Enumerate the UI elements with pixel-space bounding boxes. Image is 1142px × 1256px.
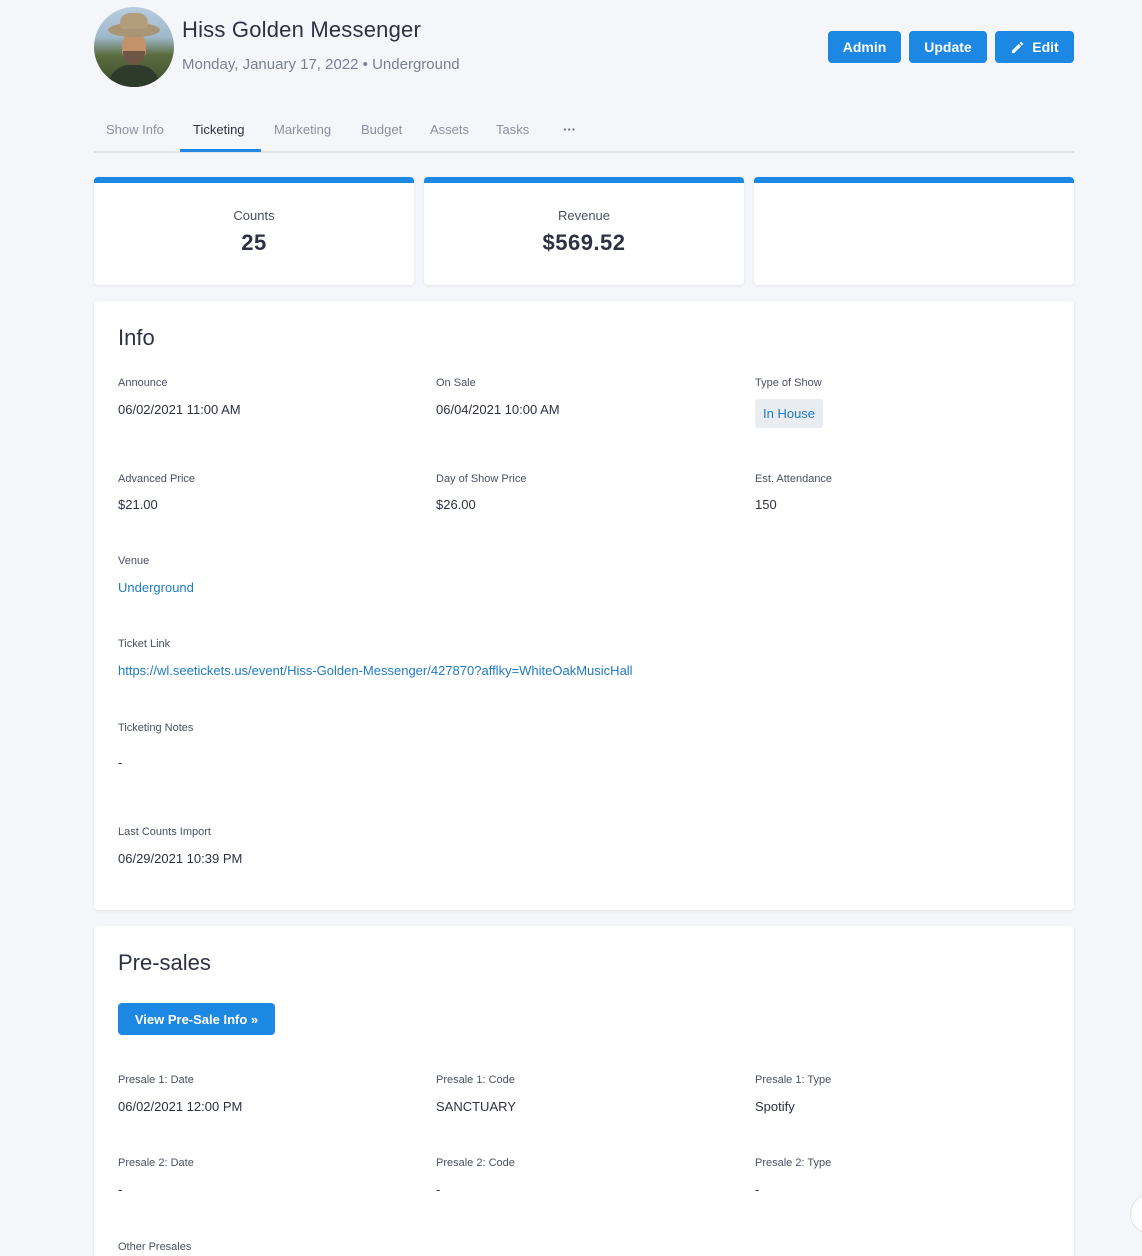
presale-1-code-value: SANCTUARY [436,1099,516,1114]
presale-2-code-value: - [436,1182,441,1197]
revenue-card: Revenue $569.52 [424,177,744,285]
presale-2-type-value: - [755,1182,760,1197]
tab-ticketing[interactable]: Ticketing [193,122,245,137]
venue-link[interactable]: Underground [118,580,194,595]
admin-button[interactable]: Admin [828,31,901,63]
presale-2-code-label: Presale 2: Code [436,1157,515,1169]
view-presale-info-button[interactable]: View Pre-Sale Info » [118,1003,275,1035]
venue-label: Venue [118,555,150,567]
presale-2-date-label: Presale 2: Date [118,1157,194,1169]
update-button-label: Update [924,39,972,55]
announce-label: Announce [118,377,168,389]
advanced-price-value: $21.00 [118,497,158,512]
info-panel: Info Announce 06/02/2021 11:00 AM On Sal… [94,301,1074,910]
presale-1-code-label: Presale 1: Code [436,1074,515,1086]
advanced-price-label: Advanced Price [118,473,196,485]
last-counts-import-value: 06/29/2021 10:39 PM [118,851,243,866]
revenue-value: $569.52 [542,230,626,255]
active-tab-indicator [180,149,261,152]
other-presales-label: Other Presales [118,1241,192,1253]
presale-2-type-label: Presale 2: Type [755,1157,832,1169]
type-of-show-label: Type of Show [755,377,822,389]
edit-button-label: Edit [1032,39,1059,55]
announce-value: 06/02/2021 11:00 AM [118,402,241,417]
tab-marketing[interactable]: Marketing [274,122,331,137]
type-of-show-badge: In House [755,399,824,428]
presale-1-type-label: Presale 1: Type [755,1074,832,1086]
artist-avatar [94,7,174,87]
info-title: Info [118,325,155,350]
presale-1-type-value: Spotify [755,1099,795,1114]
tab-more[interactable]: ··· [563,122,576,137]
show-header: Hiss Golden Messenger Monday, January 17… [94,7,1074,87]
empty-stat-card [754,177,1074,285]
counts-card: Counts 25 [94,177,414,285]
admin-button-label: Admin [842,39,887,55]
show-date-venue: Monday, January 17, 2022 • Underground [182,56,460,73]
on-sale-label: On Sale [436,377,476,389]
presales-panel: Pre-sales View Pre-Sale Info » Presale 1… [94,926,1074,1256]
pencil-icon [1012,41,1024,53]
ticket-link[interactable]: https://wl.seetickets.us/event/Hiss-Gold… [118,663,633,678]
ticketing-notes-label: Ticketing Notes [118,722,194,734]
tab-tasks[interactable]: Tasks [496,122,529,137]
est-attendance-value: 150 [755,497,777,512]
page-title: Hiss Golden Messenger [182,17,421,42]
page: Hiss Golden Messenger Monday, January 17… [0,0,1142,1256]
presale-1-date-label: Presale 1: Date [118,1074,194,1086]
scroll-to-top-button[interactable] [1130,1194,1142,1234]
day-of-show-price-label: Day of Show Price [436,473,527,485]
show-tabs: Show Info Ticketing Marketing Budget Ass… [94,116,1074,153]
tab-assets[interactable]: Assets [430,122,469,137]
presale-2-date-value: - [118,1182,123,1197]
presale-1-date-value: 06/02/2021 12:00 PM [118,1099,243,1114]
counts-value: 25 [241,230,267,255]
presales-title: Pre-sales [118,950,211,975]
counts-label: Counts [233,208,275,223]
tab-show-info[interactable]: Show Info [106,122,164,137]
est-attendance-label: Est. Attendance [755,473,833,485]
revenue-label: Revenue [557,208,611,223]
on-sale-value: 06/04/2021 10:00 AM [436,402,560,417]
tab-budget[interactable]: Budget [361,122,402,137]
ticket-link-label: Ticket Link [118,638,171,650]
edit-button[interactable]: Edit [995,31,1074,63]
last-counts-import-label: Last Counts Import [118,826,211,838]
update-button[interactable]: Update [909,31,987,63]
ticketing-notes-value: - [118,755,123,770]
day-of-show-price-value: $26.00 [436,497,476,512]
